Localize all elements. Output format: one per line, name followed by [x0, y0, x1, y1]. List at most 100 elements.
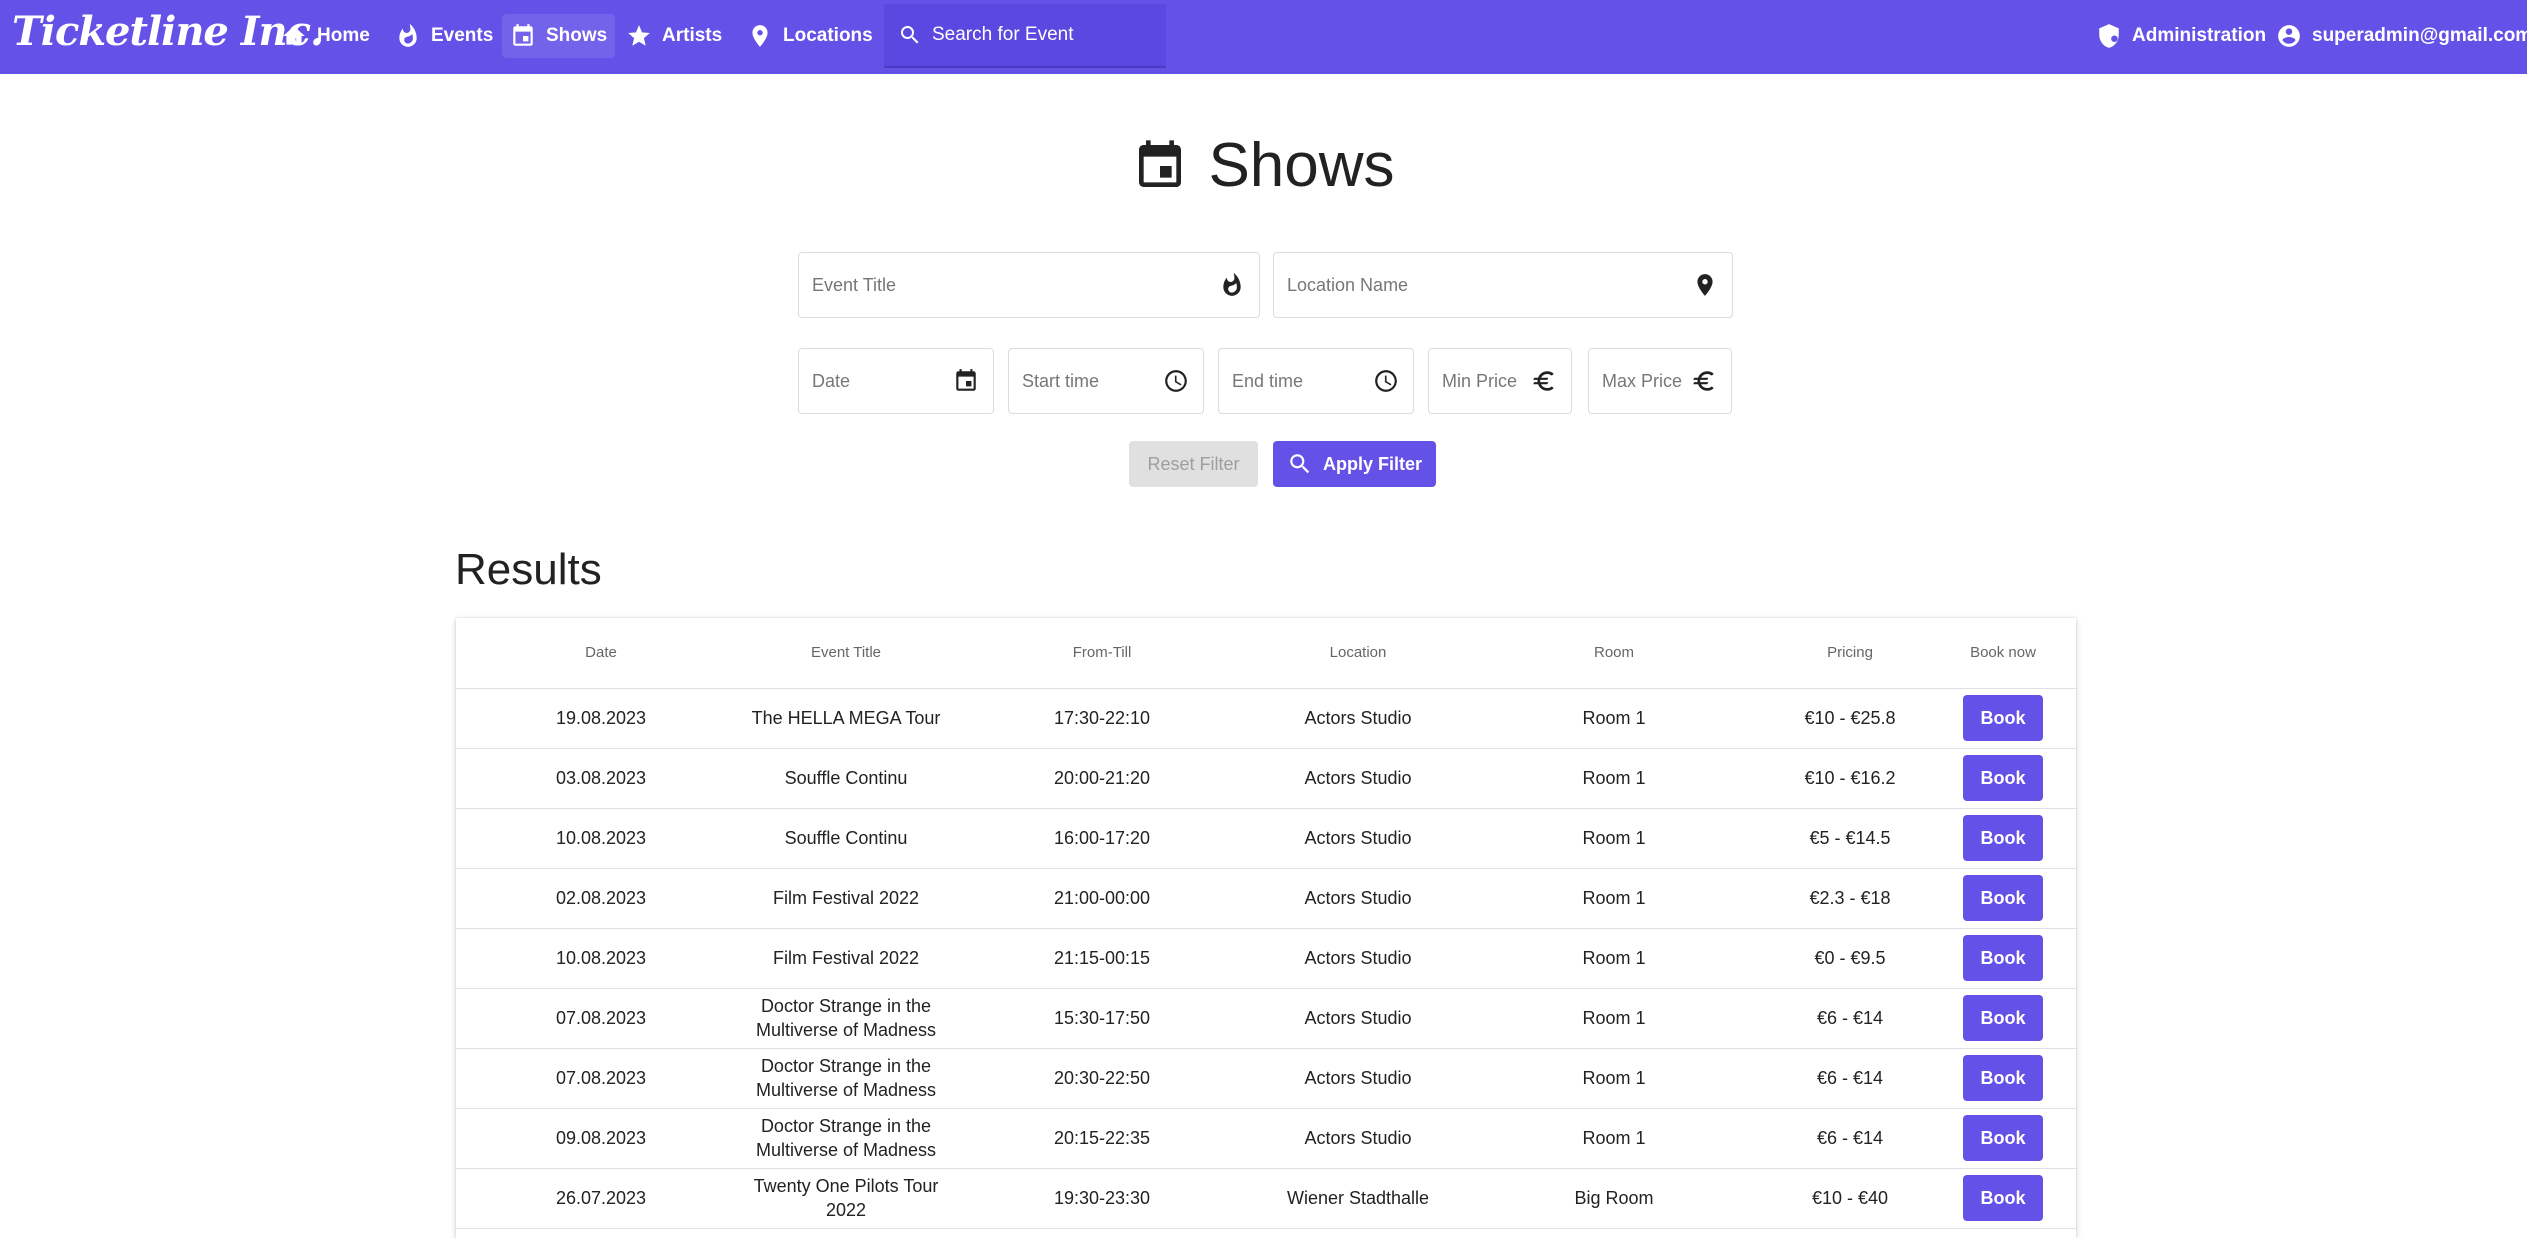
column-header-pricing[interactable]: Pricing: [1770, 618, 1930, 689]
cell-room: Room 1: [1458, 928, 1770, 989]
account-circle-icon: [2278, 25, 2300, 47]
clock-icon: [1375, 370, 1397, 392]
cell-pricing: €10 - €16.2: [1770, 748, 1930, 809]
table-row: 07.08.2023 Doctor Strange in the Multive…: [456, 988, 2076, 1049]
home-icon: [283, 26, 305, 45]
book-button[interactable]: Book: [1963, 1055, 2043, 1101]
cell-room: Room 1: [1458, 748, 1770, 809]
calendar-picker-icon[interactable]: [953, 368, 979, 394]
apply-filter-button[interactable]: Apply Filter: [1273, 441, 1436, 487]
cell-book: Book: [1930, 748, 2076, 809]
search-icon: [901, 26, 919, 44]
location-pin-icon: [1697, 274, 1713, 296]
start-time-placeholder: Start time: [1022, 370, 1100, 391]
cell-book: Book: [1930, 688, 2076, 749]
end-time-field[interactable]: End time: [1218, 348, 1414, 414]
column-header-from-till[interactable]: From-Till: [946, 618, 1258, 689]
nav-events-label: Events: [431, 25, 494, 46]
cell-pricing: €0 - €9.5: [1770, 928, 1930, 989]
cell-time: 20:30-22:50: [946, 1048, 1258, 1109]
nav-administration-label: Administration: [2132, 25, 2267, 46]
cell-room: Room 1: [1458, 988, 1770, 1049]
cell-event-title: Doctor Strange in the Multiverse of Madn…: [746, 988, 946, 1049]
cell-date: 03.08.2023: [456, 748, 746, 809]
table-row: 19.08.2023 The HELLA MEGA Tour 17:30-22:…: [456, 688, 2076, 749]
column-header-location[interactable]: Location: [1258, 618, 1458, 689]
cell-date: 07.08.2023: [456, 1048, 746, 1109]
nav-shows-label: Shows: [546, 25, 608, 46]
cell-location: Actors Studio: [1258, 688, 1458, 749]
table-row: 10.08.2023 Film Festival 2022 21:15-00:1…: [456, 928, 2076, 989]
nav-artists[interactable]: Artists: [618, 14, 730, 58]
book-button[interactable]: Book: [1963, 935, 2043, 981]
min-price-field[interactable]: Min Price: [1428, 348, 1572, 414]
cell-pricing: €6 - €14: [1770, 1108, 1930, 1169]
book-button[interactable]: Book: [1963, 1115, 2043, 1161]
cell-pricing: €10 - €40: [1770, 1168, 1930, 1229]
min-price-placeholder: Min Price: [1442, 370, 1518, 391]
table-header-row: Date Event Title From-Till Location Room…: [456, 618, 2076, 689]
search-input[interactable]: Search for Event: [884, 4, 1166, 68]
nav-shows[interactable]: Shows: [502, 14, 616, 58]
cell-location: Actors Studio: [1258, 1108, 1458, 1169]
nav-events[interactable]: Events: [387, 14, 501, 58]
cell-event-title: Souffle Continu: [746, 808, 946, 869]
cell-date: 19.08.2023: [456, 688, 746, 749]
start-time-field[interactable]: Start time: [1008, 348, 1204, 414]
nav-user-label: superadmin@gmail.com: [2312, 25, 2527, 46]
search-icon: [1290, 454, 1310, 474]
nav-home[interactable]: Home: [273, 14, 378, 58]
calendar-icon: [1139, 139, 1182, 187]
reset-filter-button[interactable]: Reset Filter: [1129, 441, 1258, 487]
cell-location: Actors Studio: [1258, 868, 1458, 929]
cell-event-title: Twenty One Pilots Tour 2022: [746, 1168, 946, 1229]
nav-locations[interactable]: Locations: [739, 14, 881, 58]
column-header-event-title[interactable]: Event Title: [746, 618, 946, 689]
end-time-placeholder: End time: [1232, 370, 1304, 391]
cell-book: Book: [1930, 928, 2076, 989]
nav-administration[interactable]: Administration: [2088, 14, 2274, 58]
nav-user-account[interactable]: superadmin@gmail.com: [2268, 14, 2527, 58]
cell-date: 10.08.2023: [456, 808, 746, 869]
cell-event-title: The HELLA MEGA Tour: [746, 688, 946, 749]
column-header-date[interactable]: Date: [456, 618, 746, 689]
cell-book: Book: [1930, 1048, 2076, 1109]
location-name-placeholder: Location Name: [1287, 274, 1409, 295]
book-button[interactable]: Book: [1963, 875, 2043, 921]
book-button[interactable]: Book: [1963, 695, 2043, 741]
results-table-card: Date Event Title From-Till Location Room…: [456, 618, 2076, 1238]
euro-icon: [1533, 371, 1554, 391]
event-title-placeholder: Event Title: [812, 274, 897, 295]
table-row: 07.08.2023 Doctor Strange in the Multive…: [456, 1048, 2076, 1109]
column-header-book-now: Book now: [1930, 618, 2076, 689]
cell-book: Book: [1930, 1108, 2076, 1169]
cell-book: Book: [1930, 808, 2076, 869]
event-title-field[interactable]: Event Title: [798, 252, 1260, 318]
book-button[interactable]: Book: [1963, 995, 2043, 1041]
book-button[interactable]: Book: [1963, 1175, 2043, 1221]
euro-icon: [1693, 371, 1714, 391]
book-button[interactable]: Book: [1963, 815, 2043, 861]
cell-book: Book: [1930, 868, 2076, 929]
page-title: Shows: [0, 130, 2527, 201]
cell-event-title: Souffle Continu: [746, 748, 946, 809]
cell-time: 16:00-17:20: [946, 808, 1258, 869]
table-row: 26.07.2023 Twenty One Pilots Tour 2022 1…: [456, 1168, 2076, 1229]
location-name-field[interactable]: Location Name: [1273, 252, 1733, 318]
cell-date: 07.08.2023: [456, 988, 746, 1049]
cell-pricing: €6 - €14: [1770, 1048, 1930, 1109]
book-button[interactable]: Book: [1963, 755, 2043, 801]
cell-location: Actors Studio: [1258, 808, 1458, 869]
cell-pricing: €5 - €14.5: [1770, 808, 1930, 869]
column-header-room[interactable]: Room: [1458, 618, 1770, 689]
cell-event-title: Film Festival 2022: [746, 928, 946, 989]
clock-icon: [1165, 370, 1187, 392]
cell-location: Actors Studio: [1258, 1048, 1458, 1109]
max-price-field[interactable]: Max Price: [1588, 348, 1732, 414]
cell-pricing: €10 - €25.8: [1770, 688, 1930, 749]
date-field[interactable]: Date: [798, 348, 994, 414]
table-row: 03.08.2023 Souffle Continu 20:00-21:20 A…: [456, 748, 2076, 809]
star-icon: [628, 25, 650, 46]
cell-date: 26.07.2023: [456, 1168, 746, 1229]
cell-event-title: Doctor Strange in the Multiverse of Madn…: [746, 1108, 946, 1169]
